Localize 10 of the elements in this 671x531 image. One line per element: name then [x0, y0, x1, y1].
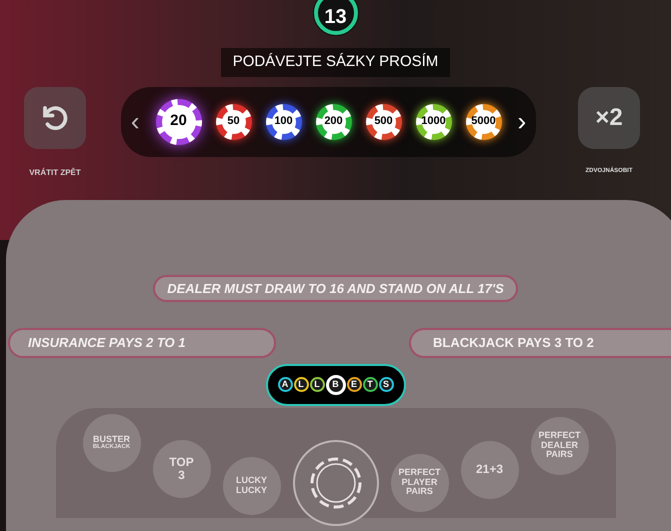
undo-label: VRÁTIT ZPĚT: [29, 166, 81, 178]
next-button[interactable]: ›: [516, 102, 528, 141]
all-bets-button[interactable]: A L L B E T S: [266, 364, 406, 406]
status-banner: PODÁVEJTE SÁZKY PROSÍM: [220, 48, 450, 76]
undo-button[interactable]: [24, 86, 86, 148]
chip-outline-icon: [308, 454, 364, 510]
previous-button[interactable]: ‹: [128, 102, 142, 141]
insurance-text: INSURANCE PAYS 2 TO 1: [8, 328, 276, 358]
blackjack-payout-text: BLACKJACK PAYS 3 TO 2: [409, 328, 671, 358]
double-button[interactable]: ×2: [578, 86, 640, 148]
